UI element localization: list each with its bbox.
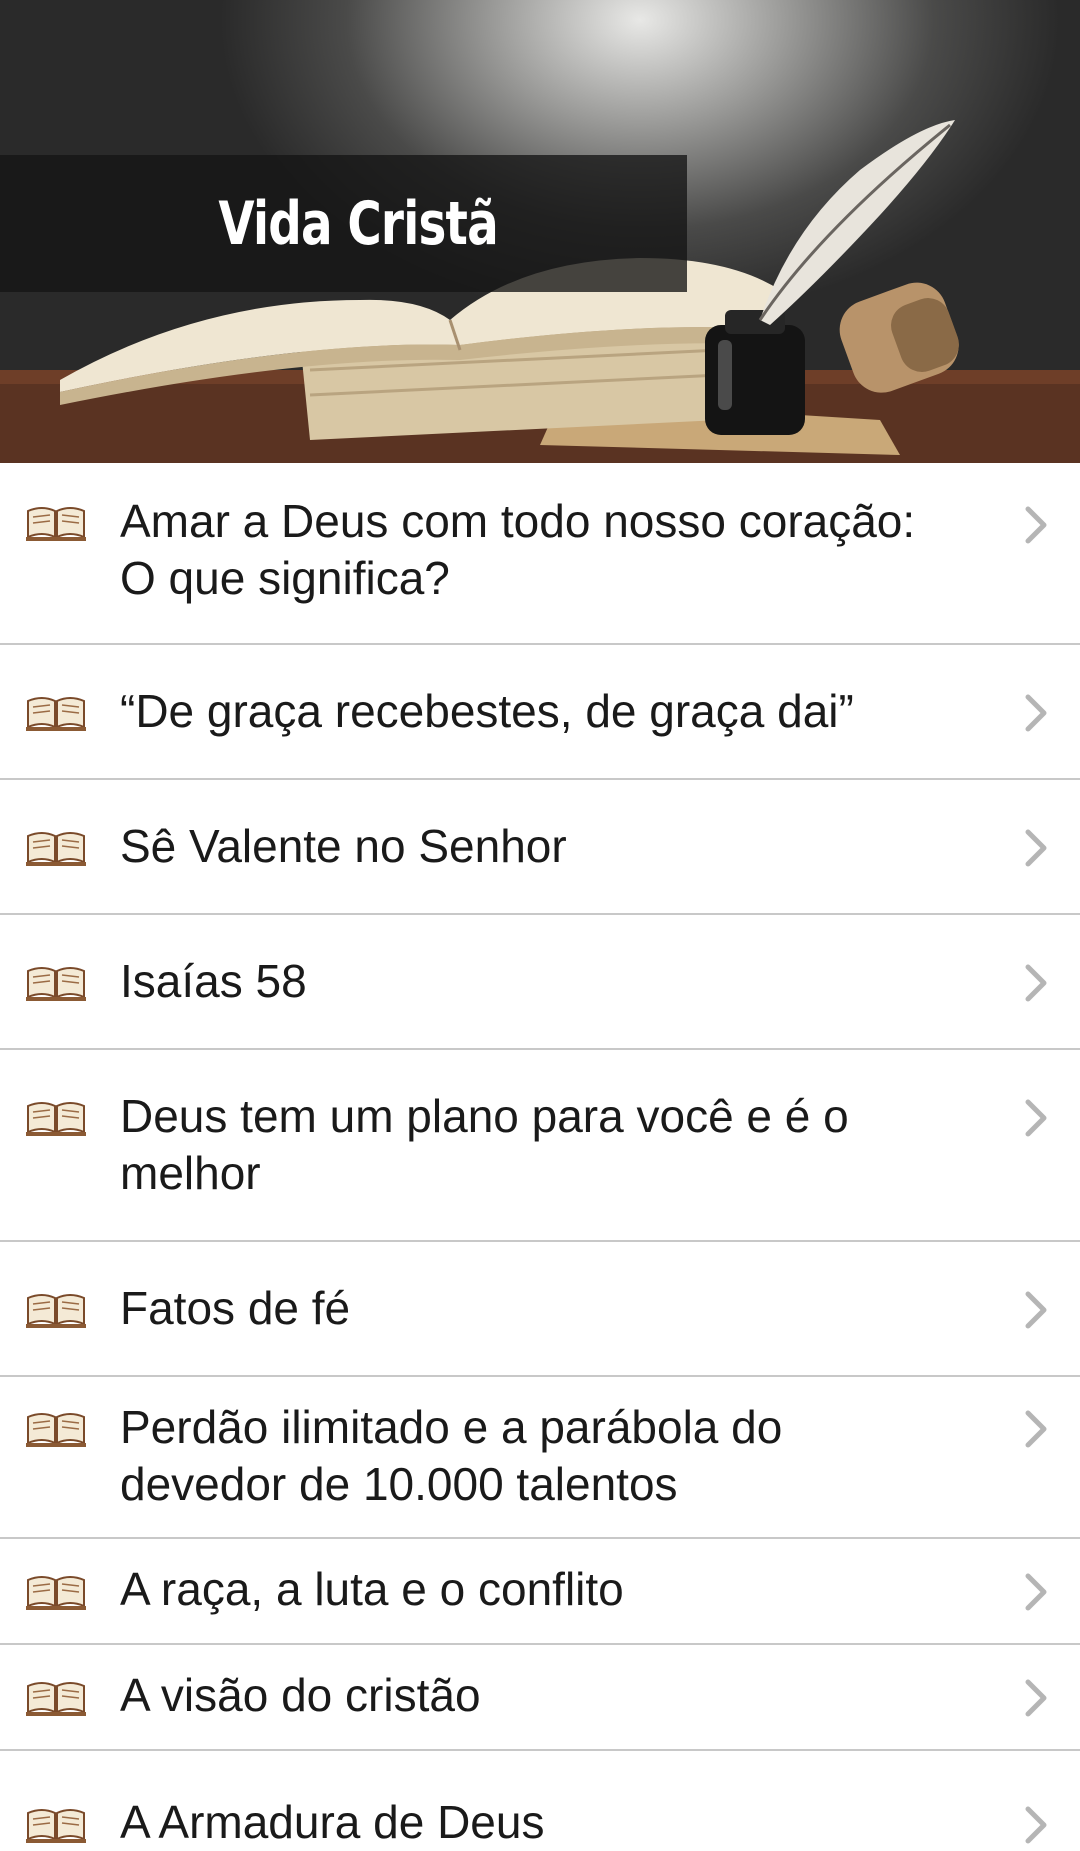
open-book-icon (26, 1294, 86, 1328)
list-item[interactable]: “De graça recebestes, de graça dai” (0, 645, 1080, 780)
chevron-right-icon (1025, 964, 1047, 1002)
open-book-icon (26, 1809, 86, 1843)
chevron-right-icon (1025, 1099, 1047, 1137)
chevron-right-icon (1025, 1679, 1047, 1717)
chevron-right-icon (1025, 1573, 1047, 1611)
chevron-right-icon (1025, 829, 1047, 867)
open-book-icon (26, 1576, 86, 1610)
open-book-icon (26, 1102, 86, 1136)
list-item[interactable]: A Armadura de Deus (0, 1751, 1080, 1851)
chevron-right-icon (1025, 1291, 1047, 1329)
chevron-right-icon (1025, 694, 1047, 732)
list-item-label: “De graça recebestes, de graça dai” (120, 685, 854, 737)
open-book-icon (26, 1682, 86, 1716)
list-item[interactable]: Deus tem um plano para você e é o melhor (0, 1050, 1080, 1242)
open-book-icon (26, 1413, 86, 1447)
list-item[interactable]: Amar a Deus com todo nosso coração: O qu… (0, 463, 1080, 645)
open-book-icon (26, 832, 86, 866)
open-book-icon (26, 967, 86, 1001)
list-item[interactable]: Sê Valente no Senhor (0, 780, 1080, 915)
list-item-label: A visão do cristão (120, 1669, 481, 1721)
list-item-label: Isaías 58 (120, 955, 307, 1007)
app-title: Vida Cristã (218, 188, 499, 259)
list-item-label: Fatos de fé (120, 1282, 351, 1334)
chevron-right-icon (1025, 506, 1047, 544)
list-item[interactable]: Perdão ilimitado e a parábola do devedor… (0, 1377, 1080, 1539)
title-band: Vida Cristã (0, 155, 687, 292)
list-item-label: Deus tem um plano para você e é o melhor (120, 1090, 849, 1199)
list-item[interactable]: A raça, a luta e o conflito (0, 1539, 1080, 1645)
open-book-icon (26, 507, 86, 541)
chevron-right-icon (1025, 1410, 1047, 1448)
list-item[interactable]: Fatos de fé (0, 1242, 1080, 1377)
list-item-label: Sê Valente no Senhor (120, 820, 567, 872)
list-item-label: Perdão ilimitado e a parábola do devedor… (120, 1401, 783, 1510)
list-item[interactable]: A visão do cristão (0, 1645, 1080, 1751)
header-banner: Vida Cristã (0, 0, 1080, 463)
list-item-label: A Armadura de Deus (120, 1796, 545, 1848)
chevron-right-icon (1025, 1806, 1047, 1844)
article-list[interactable]: Amar a Deus com todo nosso coração: O qu… (0, 463, 1080, 1851)
list-item[interactable]: Isaías 58 (0, 915, 1080, 1050)
list-item-label: Amar a Deus com todo nosso coração: O qu… (120, 495, 916, 604)
list-item-label: A raça, a luta e o conflito (120, 1563, 624, 1615)
open-book-icon (26, 697, 86, 731)
